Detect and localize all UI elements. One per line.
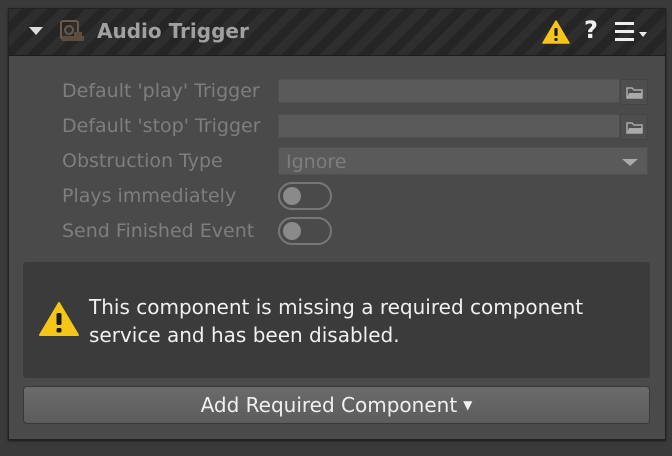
warning-icon[interactable]	[542, 20, 570, 44]
folder-icon	[626, 87, 643, 99]
obstruction-type-select[interactable]: Ignore	[278, 147, 648, 175]
dropdown-arrow-icon: ▼	[463, 398, 473, 412]
chevron-down-icon	[622, 159, 638, 166]
plays-immediately-toggle[interactable]	[278, 182, 332, 210]
play-trigger-browse-button[interactable]	[620, 79, 648, 105]
component-card: Audio Trigger ? Default 'play' Trigger D…	[8, 8, 666, 440]
send-finished-event-toggle[interactable]	[278, 217, 332, 245]
add-required-component-button[interactable]: Add Required Component ▼	[23, 386, 650, 424]
folder-icon	[626, 122, 643, 134]
add-required-component-label: Add Required Component	[200, 393, 458, 417]
stop-trigger-field[interactable]	[278, 114, 620, 138]
play-trigger-field[interactable]	[278, 79, 620, 103]
menu-icon[interactable]	[615, 22, 651, 42]
collapse-arrow-icon[interactable]	[29, 27, 43, 35]
warning-message: This component is missing a required com…	[89, 295, 584, 347]
help-icon[interactable]: ?	[584, 16, 598, 44]
audio-trigger-icon	[60, 20, 84, 41]
stop-trigger-browse-button[interactable]	[620, 114, 648, 140]
stop-trigger-label: Default 'stop' Trigger	[62, 115, 261, 137]
warning-icon	[39, 302, 79, 336]
toggle-knob	[283, 222, 301, 240]
send-finished-event-label: Send Finished Event	[62, 220, 255, 242]
component-title: Audio Trigger	[97, 19, 249, 43]
missing-service-warning: This component is missing a required com…	[23, 262, 650, 378]
play-trigger-label: Default 'play' Trigger	[62, 80, 260, 102]
obstruction-type-label: Obstruction Type	[62, 150, 223, 172]
plays-immediately-label: Plays immediately	[62, 185, 237, 207]
component-header[interactable]: Audio Trigger ?	[9, 9, 665, 56]
toggle-knob	[283, 187, 301, 205]
obstruction-type-value: Ignore	[286, 151, 347, 173]
